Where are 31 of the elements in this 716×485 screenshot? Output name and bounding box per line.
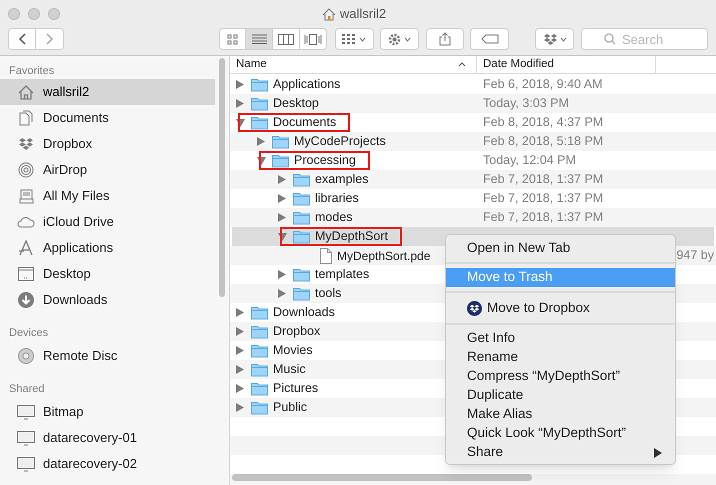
date-modified: Feb 7, 2018, 1:37 PM	[483, 190, 604, 208]
section-header: Devices	[8, 326, 50, 341]
file-name: modes	[315, 209, 353, 226]
file-name: Dropbox	[273, 323, 320, 340]
window-title: wallsril2	[340, 5, 386, 24]
file-name: tools	[315, 285, 342, 302]
file-name: Desktop	[273, 95, 319, 112]
file-name: Public	[273, 399, 308, 416]
file-name: Pictures	[273, 380, 318, 398]
date-modified: Feb 8, 2018, 5:18 PM	[483, 133, 604, 150]
date-modified: Today, 3:03 PM	[483, 95, 569, 112]
section-header: Shared	[8, 382, 46, 397]
file-name: MyDepthSort	[315, 228, 388, 246]
file-name: templates	[315, 266, 370, 284]
date-modified: Feb 7, 2018, 1:37 PM	[483, 171, 604, 188]
file-name: MyDepthSort.pde	[337, 248, 430, 265]
file-name: Documents	[273, 114, 336, 132]
date-modified: Today, 12:04 PM	[483, 152, 576, 170]
date-modified: Feb 7, 2018, 1:37 PM	[483, 209, 604, 226]
date-modified: Feb 8, 2018, 4:37 PM	[483, 114, 604, 132]
file-name: examples	[315, 171, 368, 188]
file-size: 947 by	[676, 247, 714, 264]
date-modified: Feb 6, 2018, 9:40 AM	[483, 76, 603, 94]
file-name: Processing	[294, 152, 356, 170]
file-name: libraries	[315, 190, 359, 208]
file-name: Music	[273, 361, 306, 378]
file-name: Applications	[273, 76, 340, 94]
file-name: Movies	[273, 342, 313, 360]
section-header: Favorites	[8, 64, 56, 79]
file-name: MyCodeProjects	[294, 133, 386, 150]
file-name: Downloads	[273, 304, 335, 322]
